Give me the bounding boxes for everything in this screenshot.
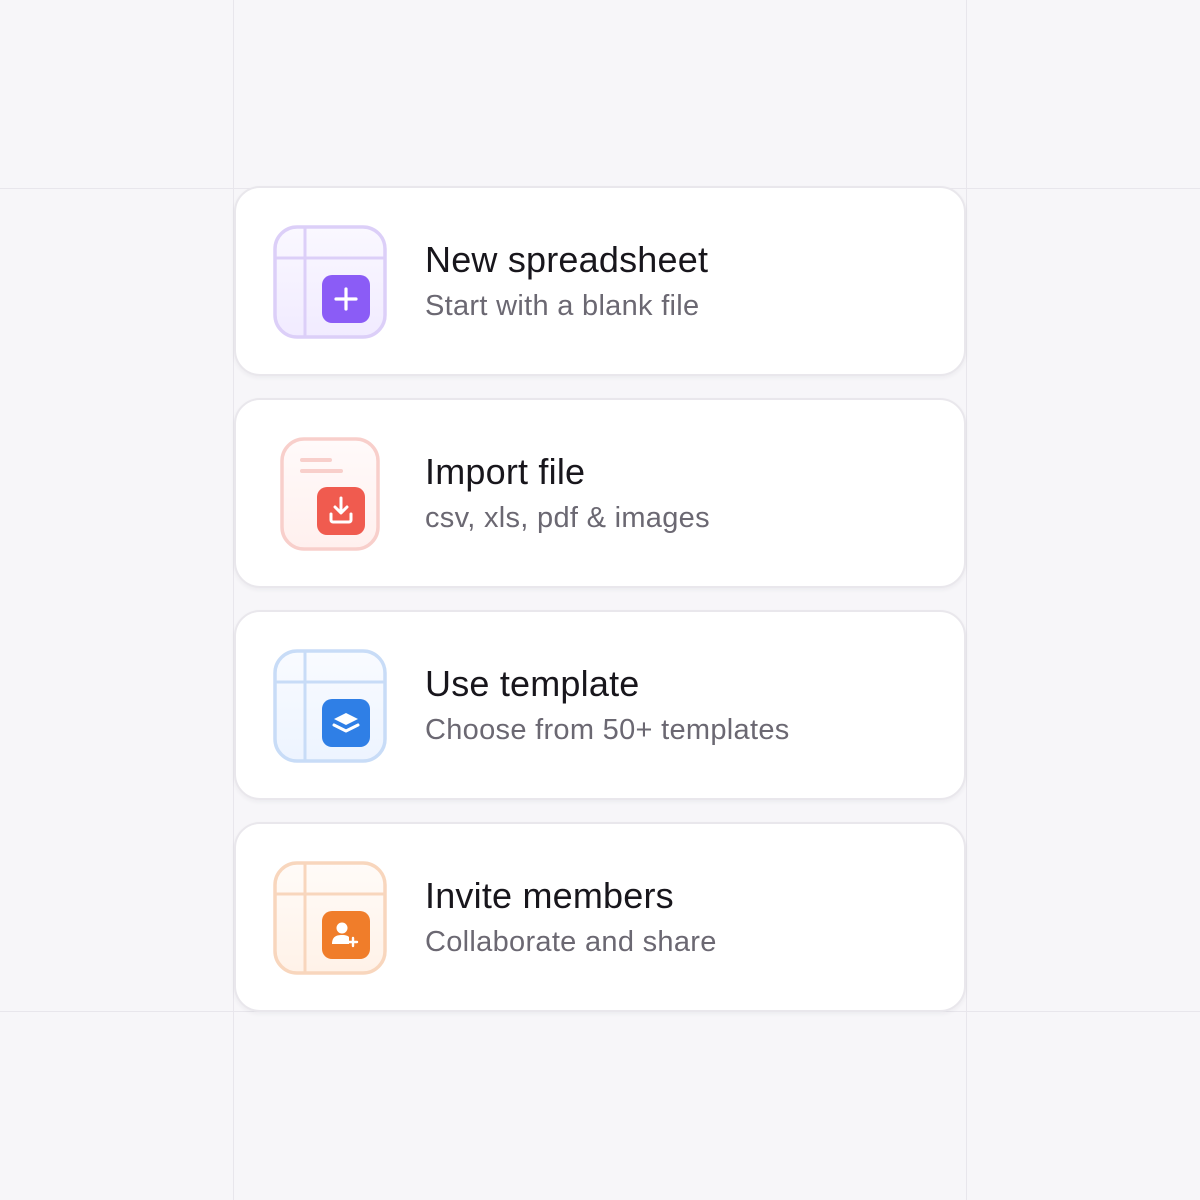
action-card-list: New spreadsheet Start with a blank file [234, 186, 966, 1012]
spreadsheet-user-plus-icon [272, 860, 388, 976]
canvas: New spreadsheet Start with a blank file [0, 0, 1200, 1200]
spreadsheet-plus-icon [272, 224, 388, 340]
guide-line [966, 0, 967, 1200]
card-title: New spreadsheet [425, 239, 709, 280]
card-subtitle: Start with a blank file [425, 290, 700, 322]
card-subtitle: csv, xls, pdf & images [425, 502, 710, 534]
invite-members-card[interactable]: Invite members Collaborate and share [234, 822, 966, 1012]
card-title: Use template [425, 663, 640, 704]
new-spreadsheet-card[interactable]: New spreadsheet Start with a blank file [234, 186, 966, 376]
card-title: Invite members [425, 875, 674, 916]
card-subtitle: Choose from 50+ templates [425, 714, 790, 746]
use-template-card[interactable]: Use template Choose from 50+ templates [234, 610, 966, 800]
card-subtitle: Collaborate and share [425, 926, 717, 958]
file-download-icon [272, 436, 388, 552]
card-title: Import file [425, 451, 586, 492]
spreadsheet-layers-icon [272, 648, 388, 764]
import-file-card[interactable]: Import file csv, xls, pdf & images [234, 398, 966, 588]
